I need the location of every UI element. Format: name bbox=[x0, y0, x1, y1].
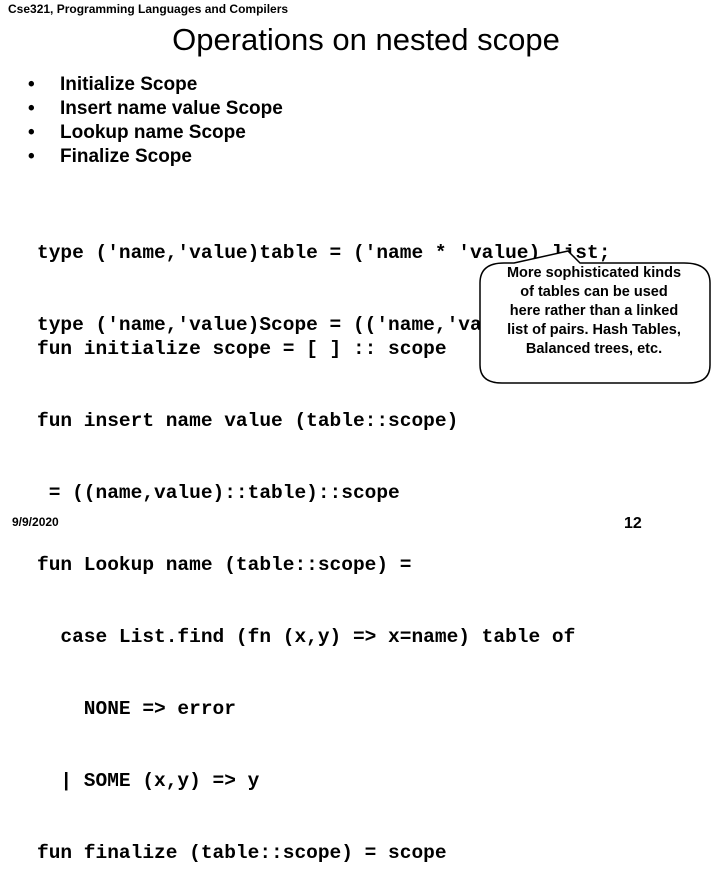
course-header: Cse321, Programming Languages and Compil… bbox=[8, 2, 289, 16]
bullet-text: Initialize Scope bbox=[60, 74, 198, 95]
bullet-item: • Lookup name Scope bbox=[28, 121, 283, 145]
code-line: = ((name,value)::table)::scope bbox=[37, 482, 400, 504]
footer-date: 9/9/2020 bbox=[12, 515, 59, 529]
callout-line: Balanced trees, etc. bbox=[525, 341, 663, 357]
bullet-icon: • bbox=[28, 122, 35, 143]
bullet-icon: • bbox=[28, 98, 35, 119]
callout-line: More sophisticated kinds bbox=[506, 265, 682, 281]
callout-line: list of pairs. Hash Tables, bbox=[507, 322, 681, 338]
code-line: fun finalize (table::scope) = scope bbox=[37, 842, 447, 864]
callout-line: of tables can be used bbox=[520, 284, 668, 300]
code-line: fun Lookup name (table::scope) = bbox=[37, 554, 412, 576]
bullet-icon: • bbox=[28, 74, 35, 95]
bullet-item: • Insert name value Scope bbox=[28, 97, 283, 121]
callout-line: here rather than a linked bbox=[509, 303, 679, 319]
callout-text: More sophisticated kinds of tables can b… bbox=[486, 264, 702, 359]
bullet-text: Lookup name Scope bbox=[60, 122, 246, 143]
bullet-text: Insert name value Scope bbox=[60, 98, 283, 119]
slide-title: Operations on nested scope bbox=[172, 22, 560, 57]
code-line: | SOME (x,y) => y bbox=[37, 770, 260, 792]
page-number: 12 bbox=[624, 515, 642, 532]
bullet-item: • Initialize Scope bbox=[28, 73, 283, 97]
bullet-text: Finalize Scope bbox=[60, 146, 192, 167]
bullet-icon: • bbox=[28, 146, 35, 167]
code-line: NONE => error bbox=[37, 698, 236, 720]
bullet-list: • Initialize Scope • Insert name value Sco… bbox=[28, 73, 283, 169]
code-line: fun insert name value (table::scope) bbox=[37, 410, 459, 432]
code-line: case List.find (fn (x,y) => x=name) tabl… bbox=[37, 626, 576, 648]
bullet-item: • Finalize Scope bbox=[28, 145, 283, 169]
